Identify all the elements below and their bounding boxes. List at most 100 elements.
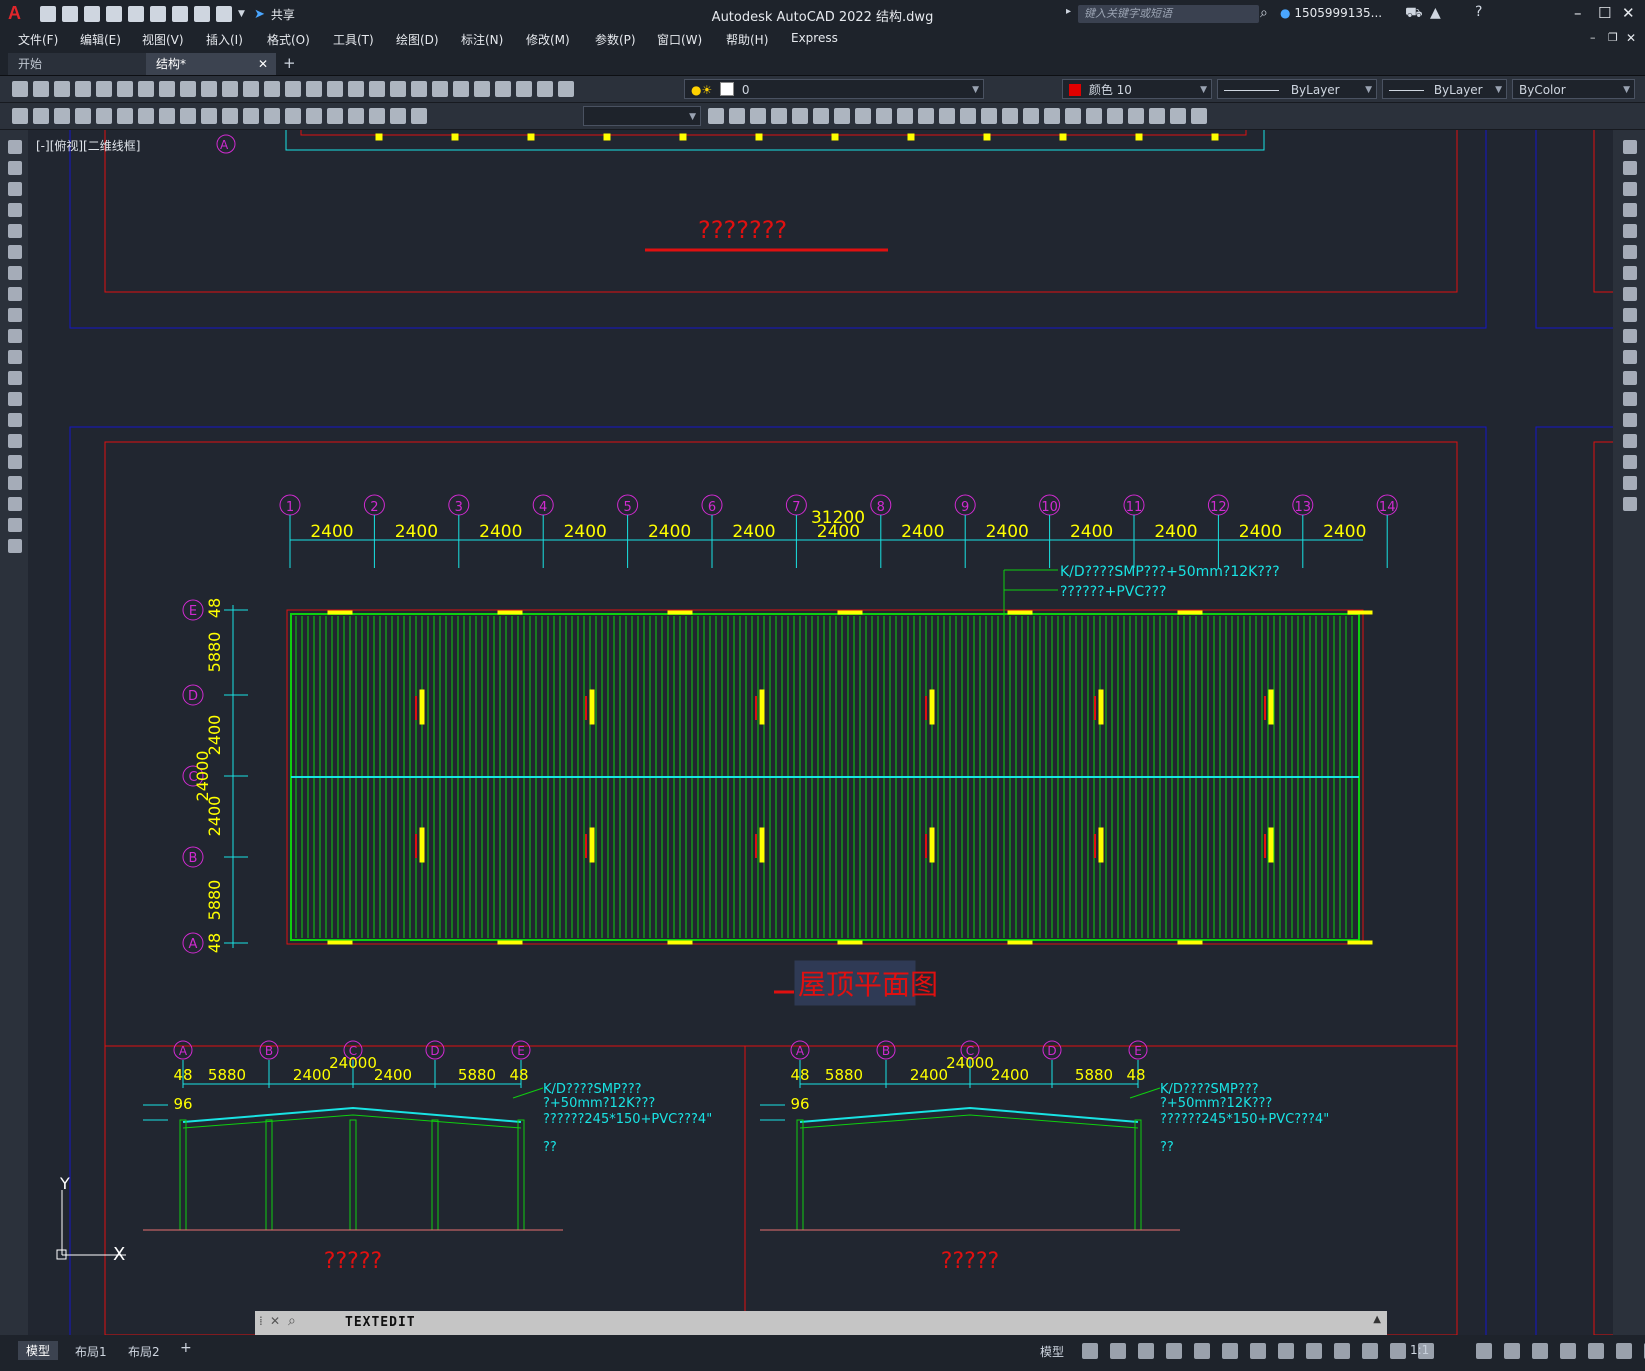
help-icon[interactable]: ? — [1475, 4, 1482, 20]
menu-help[interactable]: 帮助(H) — [726, 31, 768, 48]
arc-icon[interactable] — [8, 245, 22, 259]
stretch-icon[interactable] — [876, 108, 892, 124]
extend-icon[interactable] — [1623, 350, 1637, 364]
menu-tools[interactable]: 工具(T) — [333, 31, 374, 48]
explode-icon[interactable] — [1623, 497, 1637, 511]
open-icon[interactable] — [33, 81, 49, 97]
offset-icon[interactable] — [771, 108, 787, 124]
fillet-icon[interactable] — [1023, 108, 1039, 124]
annotation-monitor-icon[interactable] — [1418, 1343, 1434, 1359]
new-tab-button[interactable]: + — [283, 54, 296, 72]
fillet-icon[interactable] — [1623, 455, 1637, 469]
explode-icon[interactable] — [1065, 108, 1081, 124]
close-icon[interactable]: ✕ — [1622, 4, 1635, 22]
blend-icon[interactable] — [1623, 476, 1637, 490]
user-account[interactable]: ● 1505999135... — [1280, 6, 1382, 20]
menu-modify[interactable]: 修改(M) — [526, 31, 570, 48]
scale-icon[interactable] — [855, 108, 871, 124]
menu-express[interactable]: Express — [791, 31, 838, 45]
copy-icon[interactable] — [1623, 161, 1637, 175]
tab-start[interactable]: 开始 — [8, 53, 148, 75]
layer-match-icon[interactable] — [1170, 108, 1186, 124]
match-properties-icon[interactable] — [222, 81, 238, 97]
object-snap-icon[interactable] — [1250, 1343, 1266, 1359]
units-icon[interactable] — [1476, 1343, 1492, 1359]
spline-icon[interactable] — [8, 308, 22, 322]
color-dropdown[interactable]: 颜色 10 ▼ — [1062, 79, 1212, 99]
extend-icon[interactable] — [918, 108, 934, 124]
autodesk-a360-icon[interactable]: ▲ — [1430, 5, 1441, 21]
hatch-icon[interactable] — [8, 434, 22, 448]
search-icon[interactable]: ⌕ — [288, 1313, 296, 1329]
chamfer-icon[interactable] — [1002, 108, 1018, 124]
ellipse-arc-icon[interactable] — [8, 350, 22, 364]
3dprint-icon[interactable] — [138, 81, 154, 97]
mirror-icon[interactable] — [750, 108, 766, 124]
jogged-icon[interactable] — [117, 108, 133, 124]
lock-ui-icon[interactable] — [1532, 1343, 1548, 1359]
object-snap-tracking-icon[interactable] — [1222, 1343, 1238, 1359]
menu-file[interactable]: 文件(F) — [18, 31, 58, 48]
layer-walk-icon[interactable] — [1191, 108, 1207, 124]
erase-icon[interactable] — [1623, 140, 1637, 154]
grid-icon[interactable] — [1082, 1343, 1098, 1359]
insert-block-icon[interactable] — [8, 371, 22, 385]
mtext-icon[interactable] — [8, 518, 22, 532]
tolerance-icon[interactable] — [285, 108, 301, 124]
help-icon[interactable] — [516, 81, 532, 97]
dim-update-icon[interactable] — [411, 108, 427, 124]
baseline-icon[interactable] — [201, 108, 217, 124]
tab-close-icon[interactable]: ✕ — [258, 53, 268, 75]
polyline-icon[interactable] — [8, 182, 22, 196]
scale-icon[interactable] — [1623, 287, 1637, 301]
ortho-icon[interactable] — [1138, 1343, 1154, 1359]
add-selected-icon[interactable] — [8, 539, 22, 553]
menu-view[interactable]: 视图(V) — [142, 31, 184, 48]
doc-restore-icon[interactable]: ❐ — [1608, 31, 1618, 44]
rectangle-icon[interactable] — [8, 224, 22, 238]
menu-dimension[interactable]: 标注(N) — [461, 31, 503, 48]
menu-draw[interactable]: 绘图(D) — [396, 31, 439, 48]
annotation-visibility-icon[interactable] — [1334, 1343, 1350, 1359]
join-icon[interactable] — [1623, 413, 1637, 427]
snap-icon[interactable] — [1110, 1343, 1126, 1359]
menu-parametric[interactable]: 参数(P) — [595, 31, 636, 48]
zoom-realtime-icon[interactable] — [327, 81, 343, 97]
grip-icon[interactable]: ⁞ — [259, 1314, 263, 1328]
trim-icon[interactable] — [1623, 329, 1637, 343]
transparency-icon[interactable] — [1306, 1343, 1322, 1359]
add-layout-button[interactable]: + — [180, 1340, 192, 1356]
erase-icon[interactable] — [708, 108, 724, 124]
isodraft-icon[interactable] — [1194, 1343, 1210, 1359]
lineweight-dropdown[interactable]: ByLayer ▼ — [1382, 79, 1507, 99]
blend-icon[interactable] — [1044, 108, 1060, 124]
stretch-icon[interactable] — [1623, 308, 1637, 322]
viewport-controls[interactable]: [-][俯视][二维线框] — [36, 137, 140, 154]
tab-model[interactable]: 模型 — [18, 1341, 59, 1360]
cut-icon[interactable] — [159, 81, 175, 97]
dim-text-edit-icon[interactable] — [390, 108, 406, 124]
polar-icon[interactable] — [1166, 1343, 1182, 1359]
menu-insert[interactable]: 插入(I) — [206, 31, 243, 48]
aligned-dim-icon[interactable] — [33, 108, 49, 124]
menu-edit[interactable]: 编辑(E) — [80, 31, 121, 48]
jogged-linear-icon[interactable] — [348, 108, 364, 124]
copy-object-icon[interactable] — [729, 108, 745, 124]
break-icon[interactable] — [264, 108, 280, 124]
trim-icon[interactable] — [897, 108, 913, 124]
rotate-icon[interactable] — [1623, 266, 1637, 280]
doc-close-icon[interactable]: ✕ — [1626, 31, 1636, 45]
save-icon[interactable] — [54, 81, 70, 97]
plot-icon[interactable] — [75, 81, 91, 97]
layer-lock-icon[interactable] — [1149, 108, 1165, 124]
pan-icon[interactable] — [306, 81, 322, 97]
dim-edit-icon[interactable] — [369, 108, 385, 124]
inspection-icon[interactable] — [327, 108, 343, 124]
break-point-icon[interactable] — [1623, 371, 1637, 385]
quick-properties-icon[interactable] — [1504, 1343, 1520, 1359]
radius-icon[interactable] — [96, 108, 112, 124]
plot-preview-icon[interactable] — [96, 81, 112, 97]
isolate-icon[interactable] — [1560, 1343, 1576, 1359]
join-icon[interactable] — [981, 108, 997, 124]
chamfer-icon[interactable] — [1623, 434, 1637, 448]
